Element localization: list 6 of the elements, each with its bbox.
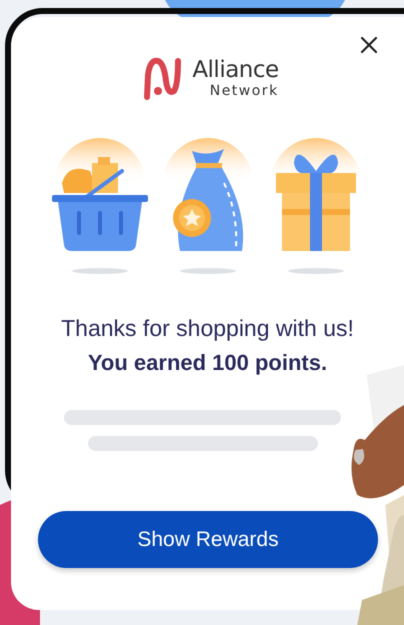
logo-name: Alliance <box>192 58 279 82</box>
thanks-message: Thanks for shopping with us! <box>60 315 355 342</box>
logo-subtitle: Network <box>210 84 279 98</box>
points-message: You earned 100 points. <box>86 350 328 376</box>
close-icon[interactable] <box>359 35 379 55</box>
show-rewards-button[interactable]: Show Rewards <box>38 511 378 568</box>
